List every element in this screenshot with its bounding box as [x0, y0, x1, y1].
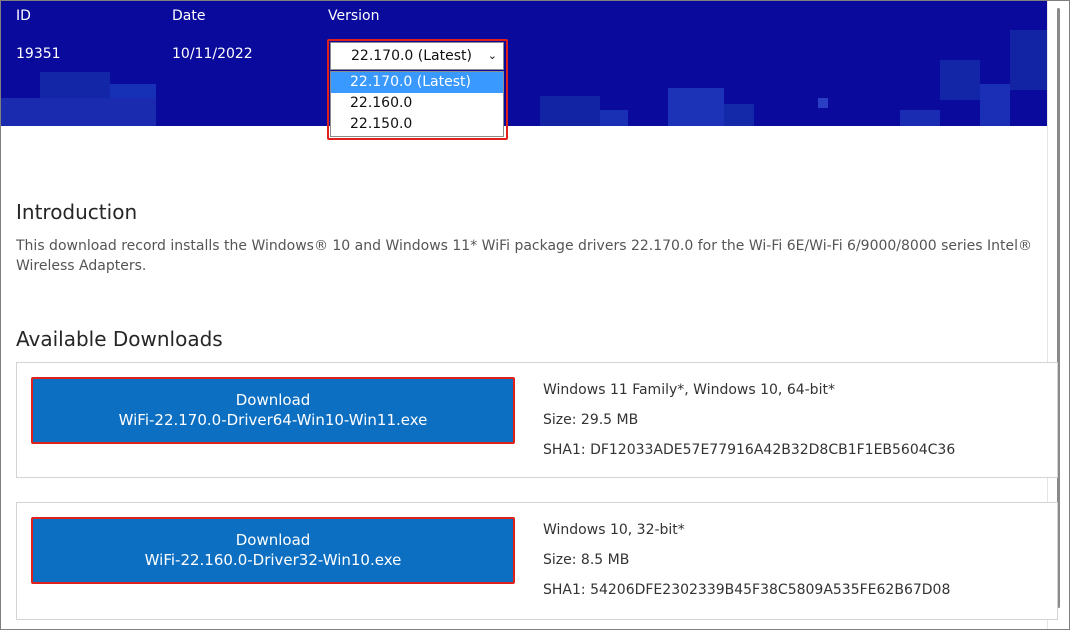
decorative-square: [724, 104, 754, 126]
record-date: 10/11/2022: [172, 46, 253, 62]
download-info: Windows 10, 32-bit* Size: 8.5 MB SHA1: 5…: [543, 515, 950, 605]
file-size: Size: 8.5 MB: [543, 552, 630, 568]
download-info: Windows 11 Family*, Windows 10, 64-bit* …: [543, 375, 955, 465]
download-button-label: Download: [235, 391, 311, 409]
decorative-square: [110, 84, 156, 98]
file-size: Size: 29.5 MB: [543, 412, 639, 428]
column-header-version: Version: [328, 8, 380, 24]
decorative-square: [900, 110, 940, 126]
supported-os: Windows 11 Family*, Windows 10, 64-bit*: [543, 382, 835, 398]
download-filename: WiFi-22.160.0-Driver32-Win10.exe: [144, 551, 402, 569]
supported-os: Windows 10, 32-bit*: [543, 522, 685, 538]
introduction-text: This download record installs the Window…: [16, 238, 1032, 274]
download-card-32bit: Download WiFi-22.160.0-Driver32-Win10.ex…: [16, 502, 1058, 620]
download-button-64bit[interactable]: Download WiFi-22.170.0-Driver64-Win10-Wi…: [33, 379, 513, 442]
decorative-square: [0, 98, 156, 126]
decorative-square: [668, 88, 724, 126]
decorative-square: [818, 98, 828, 108]
sha1-hash: SHA1: 54206DFE2302339B45F38C5809A535FE62…: [543, 582, 951, 598]
decorative-square: [540, 96, 600, 126]
download-button-32bit[interactable]: Download WiFi-22.160.0-Driver32-Win10.ex…: [33, 519, 513, 582]
column-header-date: Date: [172, 8, 206, 24]
decorative-square: [940, 60, 980, 100]
download-card-64bit: Download WiFi-22.170.0-Driver64-Win10-Wi…: [16, 362, 1058, 478]
download-button-label: Download: [235, 531, 311, 549]
column-header-id: ID: [16, 8, 31, 24]
record-id: 19351: [16, 46, 61, 62]
introduction-heading: Introduction: [16, 200, 138, 224]
download-header-band: ID Date Version 19351 10/11/2022: [0, 0, 1070, 126]
decorative-square: [600, 110, 628, 126]
decorative-square: [1010, 30, 1047, 90]
available-downloads-heading: Available Downloads: [16, 327, 223, 351]
decorative-square: [980, 84, 1010, 126]
sha1-hash: SHA1: DF12033ADE57E77916A42B32D8CB1F1EB5…: [543, 442, 956, 458]
version-dropdown-highlight: [327, 39, 508, 140]
download-filename: WiFi-22.170.0-Driver64-Win10-Win11.exe: [118, 411, 428, 429]
decorative-square: [40, 72, 110, 98]
